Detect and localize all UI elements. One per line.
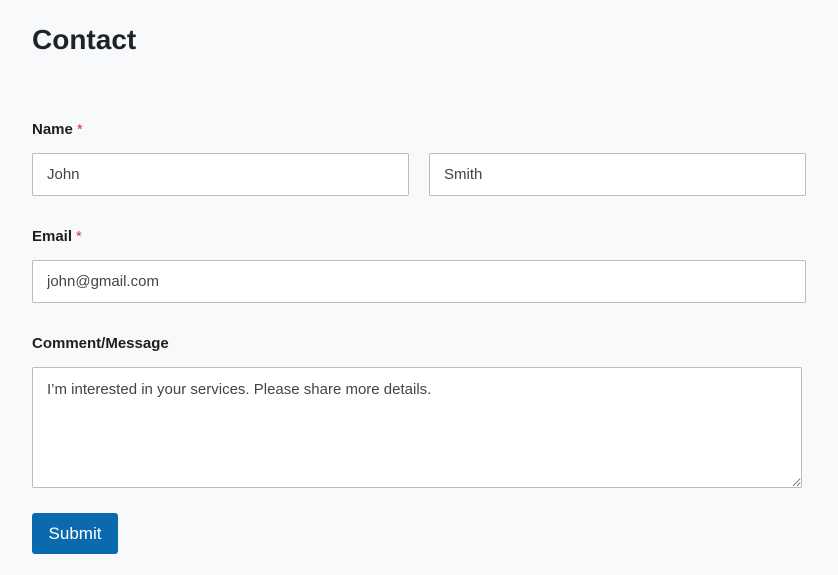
last-name-input[interactable] xyxy=(429,153,806,196)
name-label-text: Name xyxy=(32,121,73,138)
message-textarea[interactable]: I’m interested in your services. Please … xyxy=(32,367,802,488)
required-mark: * xyxy=(76,121,83,138)
page-title: Contact xyxy=(32,24,137,55)
submit-button[interactable]: Submit xyxy=(32,513,118,554)
email-input[interactable] xyxy=(32,260,806,303)
email-label-text: Email xyxy=(32,228,73,245)
required-mark: * xyxy=(76,228,82,245)
first-name-input[interactable] xyxy=(32,153,409,196)
email-label: Email * xyxy=(32,228,82,245)
name-label: Name * xyxy=(32,121,83,138)
message-label: Comment/Message xyxy=(32,335,169,352)
